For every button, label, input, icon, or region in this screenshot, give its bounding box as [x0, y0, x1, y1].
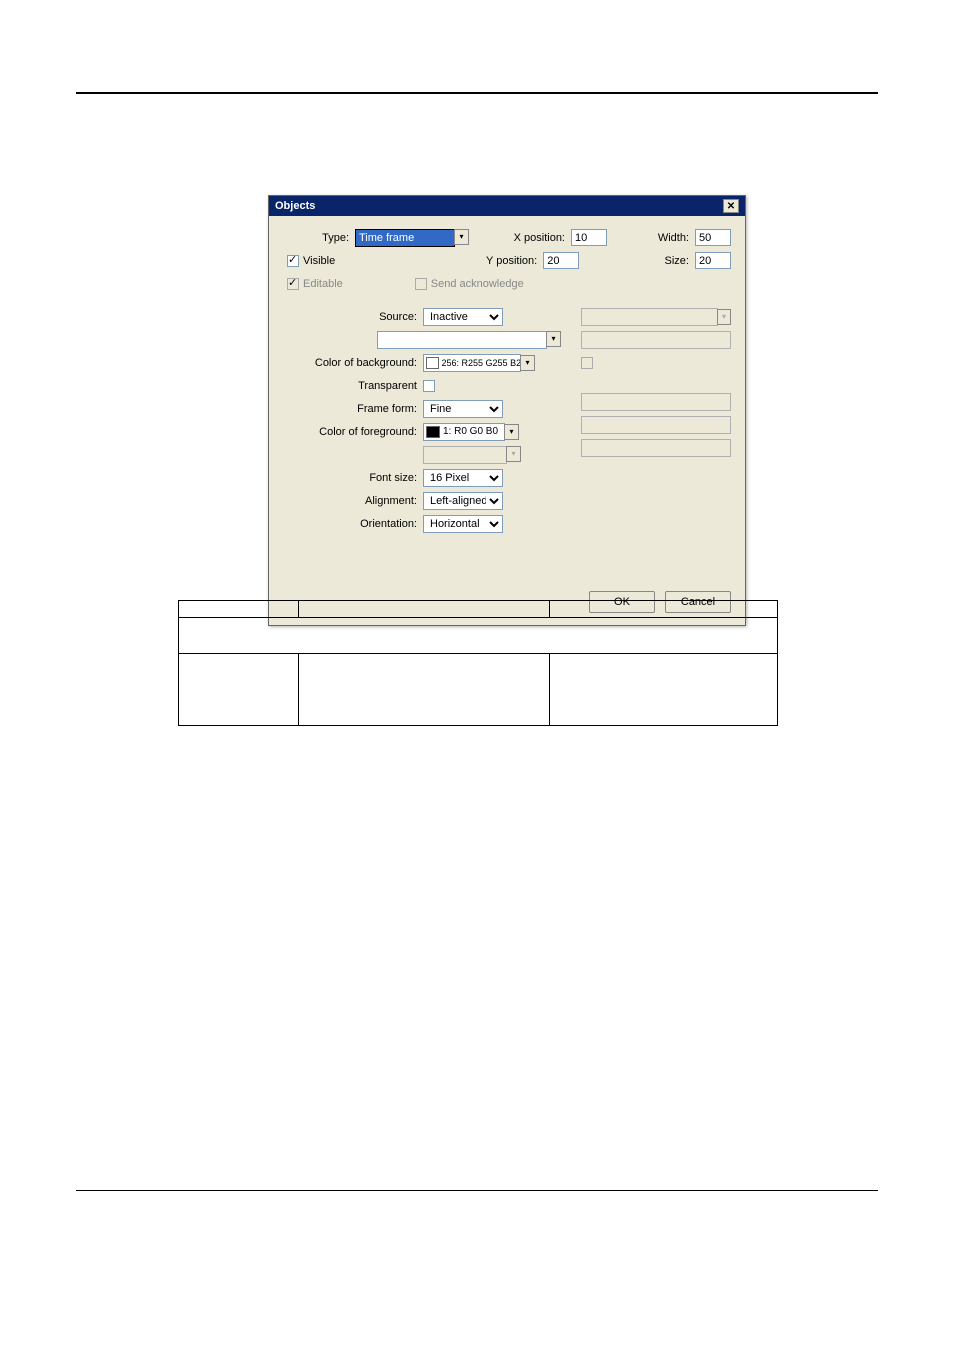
table-header	[298, 601, 550, 618]
source-label: Source:	[283, 311, 423, 323]
chevron-down-icon[interactable]: ▾	[504, 424, 519, 440]
chevron-down-icon: ▾	[717, 309, 731, 325]
chevron-down-icon: ▾	[546, 331, 561, 347]
colorbg-value: 256: R255 G255 B255	[442, 358, 520, 368]
bg-swatch	[426, 357, 439, 369]
visible-label: Visible	[303, 255, 335, 267]
type-select[interactable]: Time frame	[355, 229, 455, 247]
dialog-title: Objects	[275, 200, 315, 212]
xpos-label: X position:	[513, 232, 571, 244]
width-label: Width:	[647, 232, 695, 244]
fg-sub-field	[423, 446, 507, 464]
chevron-down-icon[interactable]: ▾	[454, 229, 469, 245]
colorfg-label: Color of foreground:	[283, 426, 423, 438]
objects-dialog: Objects ✕ Type: Time frame ▾ X position:…	[268, 195, 746, 626]
colorfg-value: 1: R0 G0 B0	[443, 426, 498, 437]
chevron-down-icon: ▾	[506, 446, 521, 462]
frameform-label: Frame form:	[283, 403, 423, 415]
frameform-select[interactable]: Fine	[423, 400, 503, 418]
right-field-5	[581, 439, 731, 457]
size-label: Size:	[647, 255, 695, 267]
table-header	[550, 601, 778, 618]
right-field-4	[581, 416, 731, 434]
table-header	[179, 601, 299, 618]
source-sub-field	[377, 331, 547, 349]
right-field-3	[581, 393, 731, 411]
ypos-label: Y position:	[485, 255, 543, 267]
xpos-input[interactable]	[571, 229, 607, 246]
close-icon[interactable]: ✕	[723, 199, 739, 213]
table-row	[179, 618, 778, 654]
chevron-down-icon[interactable]: ▾	[520, 355, 535, 371]
fontsize-label: Font size:	[283, 472, 423, 484]
sendack-checkbox	[415, 278, 427, 290]
size-input[interactable]	[695, 252, 731, 269]
dialog-titlebar: Objects ✕	[269, 196, 745, 216]
ypos-input[interactable]	[543, 252, 579, 269]
orientation-select[interactable]: Horizontal	[423, 515, 503, 533]
table-cell	[550, 654, 778, 726]
source-select[interactable]: Inactive	[423, 308, 503, 326]
visible-checkbox[interactable]	[287, 255, 299, 267]
alignment-select[interactable]: Left-aligned	[423, 492, 503, 510]
fg-swatch	[426, 426, 440, 438]
right-field-2	[581, 331, 731, 349]
editable-checkbox	[287, 278, 299, 290]
editable-label: Editable	[303, 278, 343, 290]
right-field-1	[581, 308, 718, 326]
doc-table	[178, 600, 778, 726]
transparent-checkbox[interactable]	[423, 380, 435, 392]
fontsize-select[interactable]: 16 Pixel	[423, 469, 503, 487]
table-cell	[298, 654, 550, 726]
colorbg-label: Color of background:	[283, 357, 423, 369]
sendack-label: Send acknowledge	[431, 278, 524, 290]
table-cell	[179, 654, 299, 726]
type-label: Type:	[283, 232, 355, 244]
width-input[interactable]	[695, 229, 731, 246]
alignment-label: Alignment:	[283, 495, 423, 507]
orientation-label: Orientation:	[283, 518, 423, 530]
transparent-label: Transparent	[283, 380, 423, 392]
right-checkbox	[581, 357, 593, 369]
